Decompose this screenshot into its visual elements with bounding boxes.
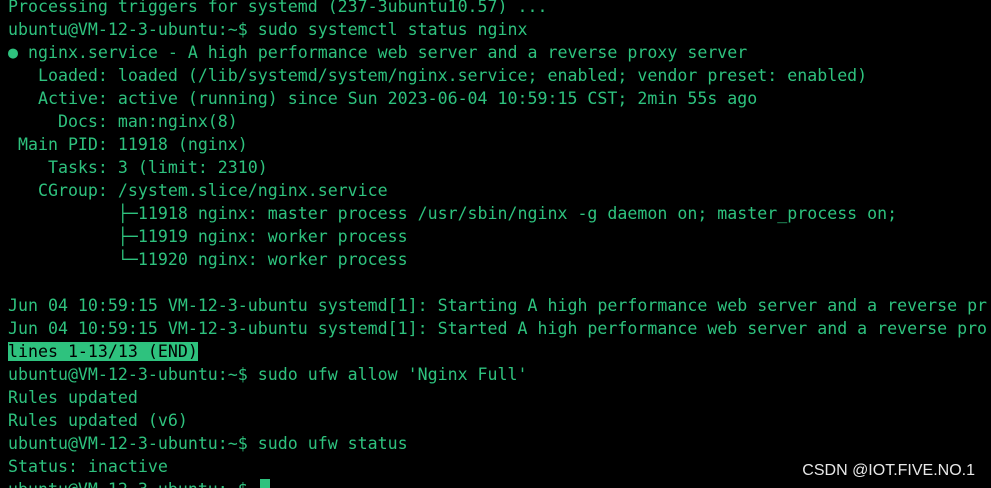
prompt-text: ubuntu@VM-12-3-ubuntu:~$ [8, 480, 258, 488]
terminal-line-tasks: Tasks: 3 (limit: 2310) [8, 158, 268, 177]
terminal-line-cgroup-master: ├─11918 nginx: master process /usr/sbin/… [8, 204, 898, 223]
terminal-line-cgroup-worker-1: ├─11919 nginx: worker process [8, 227, 408, 246]
terminal-line-pager-status: lines 1-13/13 (END) [0, 340, 991, 363]
terminal-line-cgroup: CGroup: /system.slice/nginx.service [8, 181, 388, 200]
terminal-window[interactable]: Processing triggers for systemd (237-3ub… [0, 0, 991, 488]
terminal-line-main-pid: Main PID: 11918 (nginx) [8, 135, 248, 154]
terminal-line-log-started: Jun 04 10:59:15 VM-12-3-ubuntu systemd[1… [8, 319, 988, 338]
terminal-line-rules-updated: Rules updated [8, 388, 138, 407]
terminal-line-ufw-status-command: ubuntu@VM-12-3-ubuntu:~$ sudo ufw status [8, 434, 408, 453]
terminal-line-service-header: ● nginx.service - A high performance web… [8, 43, 748, 62]
terminal-line-active: Active: active (running) since Sun 2023-… [8, 89, 758, 108]
terminal-line-ufw-allow-command: ubuntu@VM-12-3-ubuntu:~$ sudo ufw allow … [8, 365, 528, 384]
watermark: CSDN @IOT.FIVE.NO.1 [802, 462, 975, 479]
terminal-line-log-starting: Jun 04 10:59:15 VM-12-3-ubuntu systemd[1… [8, 296, 988, 315]
terminal-line-rules-updated-v6: Rules updated (v6) [8, 411, 188, 430]
pager-status-highlight: lines 1-13/13 (END) [8, 342, 198, 361]
terminal-line-systemctl-command: ubuntu@VM-12-3-ubuntu:~$ sudo systemctl … [8, 20, 528, 39]
terminal-line-cgroup-worker-2: └─11920 nginx: worker process [8, 250, 408, 269]
terminal-line-previous-output: Processing triggers for systemd (237-3ub… [8, 0, 548, 16]
terminal-cursor [259, 479, 270, 488]
terminal-line-loaded: Loaded: loaded (/lib/systemd/system/ngin… [8, 66, 868, 85]
terminal-line-docs: Docs: man:nginx(8) [8, 112, 238, 131]
